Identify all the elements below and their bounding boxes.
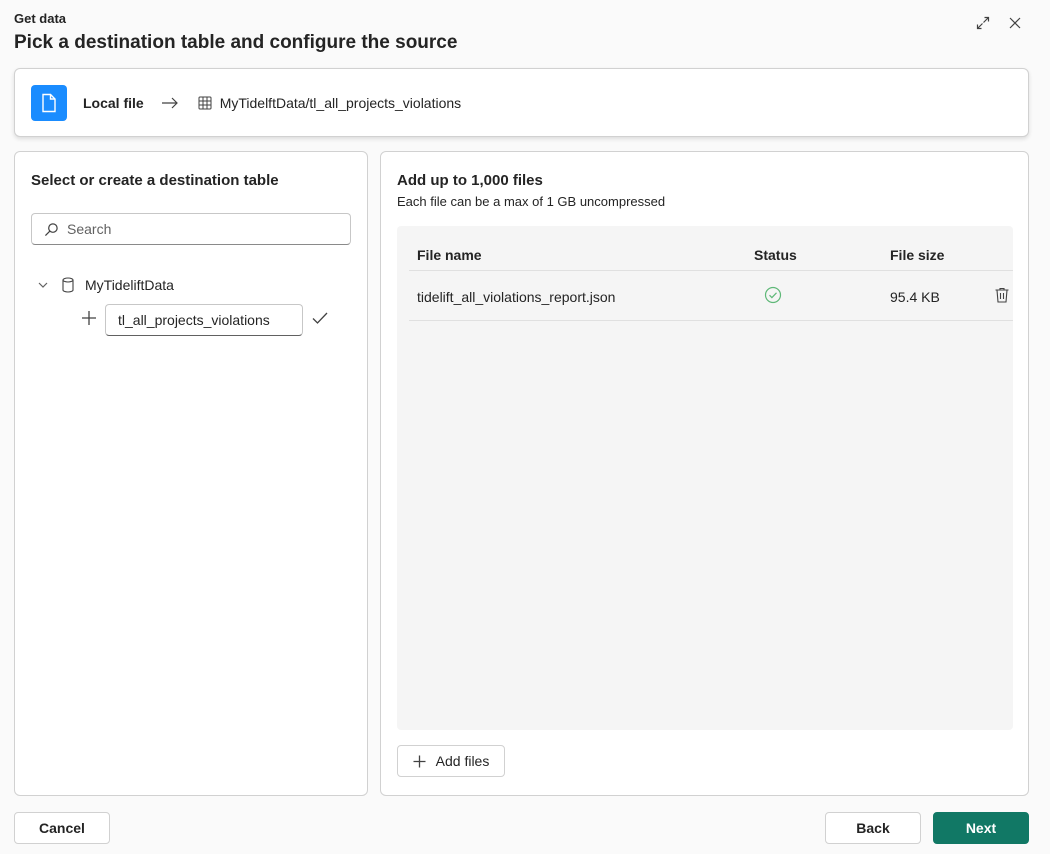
expand-icon: [976, 16, 990, 30]
file-size-cell: 95.4 KB: [890, 289, 940, 305]
source-summary-card: Local file MyTidelftData/tl_all_projects…: [14, 68, 1029, 137]
search-box[interactable]: [31, 213, 351, 245]
add-files-button[interactable]: Add files: [397, 745, 505, 777]
window-controls: [974, 14, 1024, 32]
search-input[interactable]: [67, 221, 337, 237]
add-files-label: Add files: [435, 753, 490, 769]
table-header: File name Status File size: [409, 226, 1013, 271]
file-badge: [31, 84, 67, 121]
expand-button[interactable]: [974, 14, 992, 32]
database-icon: [61, 277, 75, 293]
column-header-status[interactable]: Status: [754, 247, 797, 263]
arrow-right-icon: [160, 96, 180, 110]
dialog-eyebrow: Get data: [14, 11, 67, 26]
column-header-file-size[interactable]: File size: [890, 247, 944, 263]
destination-path: MyTidelftData/tl_all_projects_violations: [219, 94, 462, 111]
confirm-check-icon[interactable]: [311, 310, 329, 326]
destination-table-panel: Select or create a destination table MyT…: [14, 151, 368, 796]
trash-icon: [995, 287, 1009, 303]
search-icon: [44, 222, 58, 236]
database-name: MyTideliftData: [85, 277, 174, 293]
column-header-file-name[interactable]: File name: [417, 247, 482, 263]
tree-item-database[interactable]: MyTideliftData: [37, 277, 174, 293]
document-icon: [42, 93, 56, 112]
back-button[interactable]: Back: [825, 812, 921, 844]
destination-panel-title: Select or create a destination table: [31, 172, 279, 189]
chevron-down-icon[interactable]: [37, 279, 49, 291]
file-upload-panel: Add up to 1,000 files Each file can be a…: [380, 151, 1029, 796]
plus-icon: [81, 310, 97, 326]
dialog-title: Pick a destination table and configure t…: [14, 32, 458, 53]
new-table-name-input[interactable]: [105, 304, 303, 336]
close-button[interactable]: [1006, 14, 1024, 32]
success-check-icon: [764, 286, 782, 304]
source-label: Local file: [83, 94, 144, 111]
cancel-button[interactable]: Cancel: [14, 812, 110, 844]
plus-icon: [413, 755, 426, 768]
file-name-cell: tidelift_all_violations_report.json: [417, 289, 616, 305]
table-icon: [198, 96, 212, 110]
close-icon: [1009, 17, 1021, 29]
upload-panel-title: Add up to 1,000 files: [397, 172, 543, 189]
next-button[interactable]: Next: [933, 812, 1029, 844]
table-row[interactable]: tidelift_all_violations_report.json 95.4…: [409, 271, 1013, 321]
upload-panel-subtitle: Each file can be a max of 1 GB uncompres…: [397, 194, 666, 209]
delete-file-button[interactable]: [993, 286, 1011, 304]
file-table: File name Status File size tidelift_all_…: [397, 226, 1013, 730]
